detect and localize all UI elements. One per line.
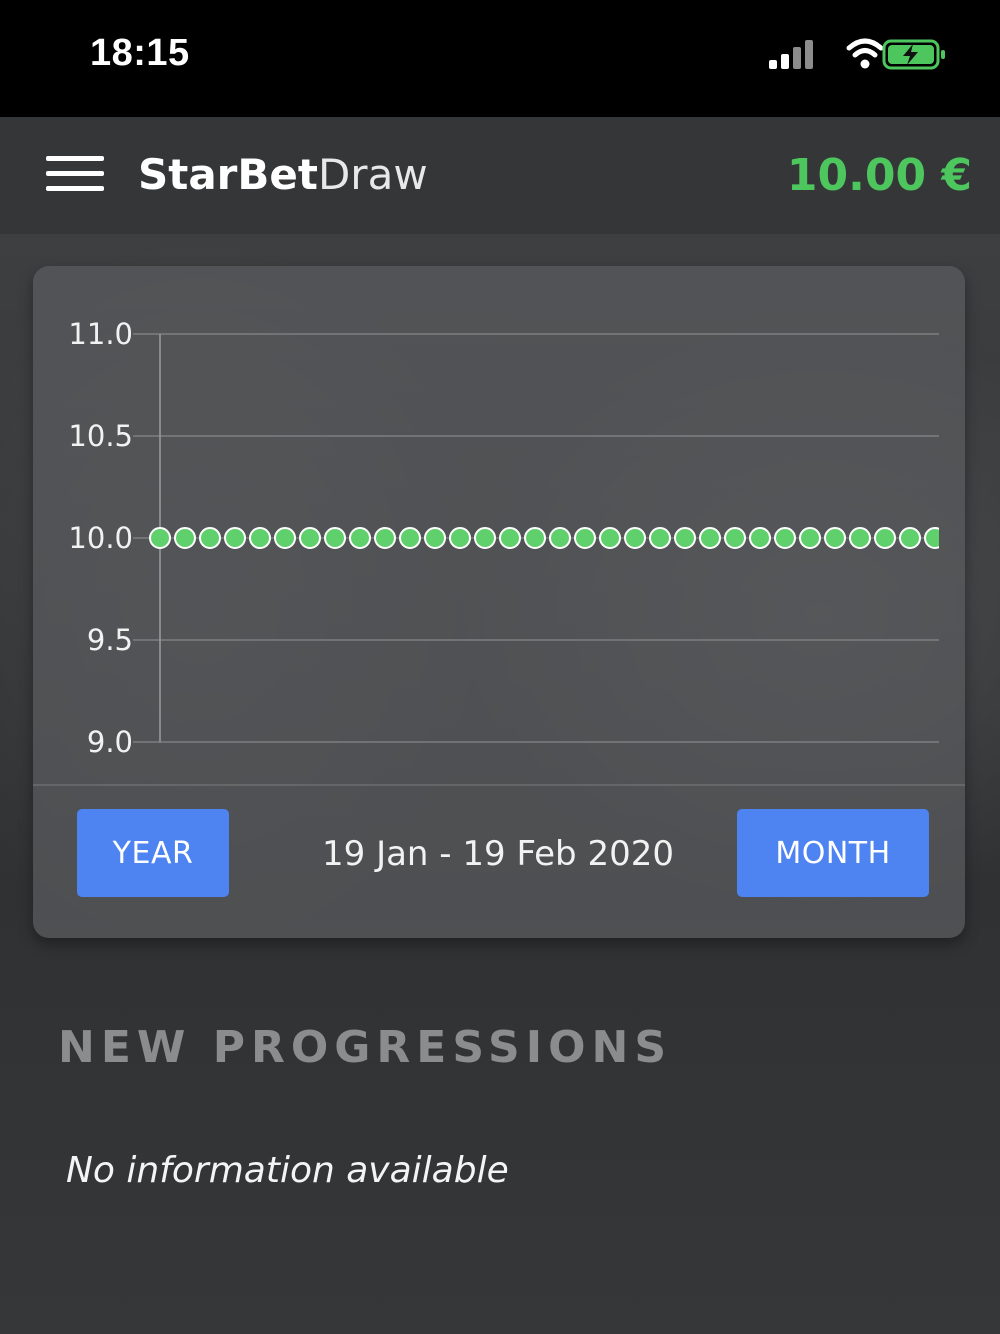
data-point[interactable] (799, 527, 821, 549)
y-tick-label: 9.5 (87, 623, 133, 657)
data-point[interactable] (849, 527, 871, 549)
date-range-label: 19 Jan - 19 Feb 2020 (322, 834, 674, 874)
data-point[interactable] (824, 527, 846, 549)
data-point[interactable] (149, 527, 171, 549)
data-point[interactable] (249, 527, 271, 549)
year-button[interactable]: YEAR (77, 809, 229, 897)
balance-chart-card: 11.0 10.5 10.0 9.5 9.0 YEAR 19 Jan - 19 Feb … (33, 266, 965, 938)
status-time: 18:15 (90, 32, 190, 74)
app-logo: StarBetDraw (138, 150, 428, 199)
data-point[interactable] (574, 527, 596, 549)
data-point[interactable] (724, 527, 746, 549)
data-point[interactable] (474, 527, 496, 549)
data-point[interactable] (374, 527, 396, 549)
data-point[interactable] (924, 527, 945, 549)
data-point[interactable] (674, 527, 696, 549)
wifi-icon (846, 38, 884, 69)
data-point[interactable] (749, 527, 771, 549)
data-point[interactable] (899, 527, 921, 549)
data-point[interactable] (774, 527, 796, 549)
data-point[interactable] (224, 527, 246, 549)
status-icons (769, 38, 945, 70)
data-point[interactable] (699, 527, 721, 549)
data-point[interactable] (449, 527, 471, 549)
y-tick-label: 9.0 (87, 725, 133, 759)
empty-state-message: No information available (66, 1150, 509, 1191)
data-point[interactable] (649, 527, 671, 549)
battery-charging-icon (882, 39, 945, 70)
data-point[interactable] (874, 527, 896, 549)
cellular-signal-icon (769, 40, 813, 69)
data-point[interactable] (324, 527, 346, 549)
data-point[interactable] (274, 527, 296, 549)
data-point[interactable] (349, 527, 371, 549)
data-point[interactable] (549, 527, 571, 549)
status-bar: 18:15 (0, 0, 1000, 117)
data-point[interactable] (199, 527, 221, 549)
data-point[interactable] (424, 527, 446, 549)
data-point[interactable] (499, 527, 521, 549)
balance-amount[interactable]: 10.00 € (787, 150, 972, 201)
y-tick-label: 10.0 (68, 521, 133, 555)
data-point[interactable] (174, 527, 196, 549)
data-point[interactable] (624, 527, 646, 549)
data-point[interactable] (599, 527, 621, 549)
section-title-new-progressions: NEW PROGRESSIONS (58, 1022, 673, 1073)
y-tick-label: 10.5 (68, 419, 133, 453)
data-point[interactable] (399, 527, 421, 549)
hamburger-menu-icon[interactable] (46, 156, 104, 194)
month-button[interactable]: MONTH (737, 809, 929, 897)
data-point[interactable] (299, 527, 321, 549)
y-tick-label: 11.0 (68, 317, 133, 351)
data-point[interactable] (524, 527, 546, 549)
